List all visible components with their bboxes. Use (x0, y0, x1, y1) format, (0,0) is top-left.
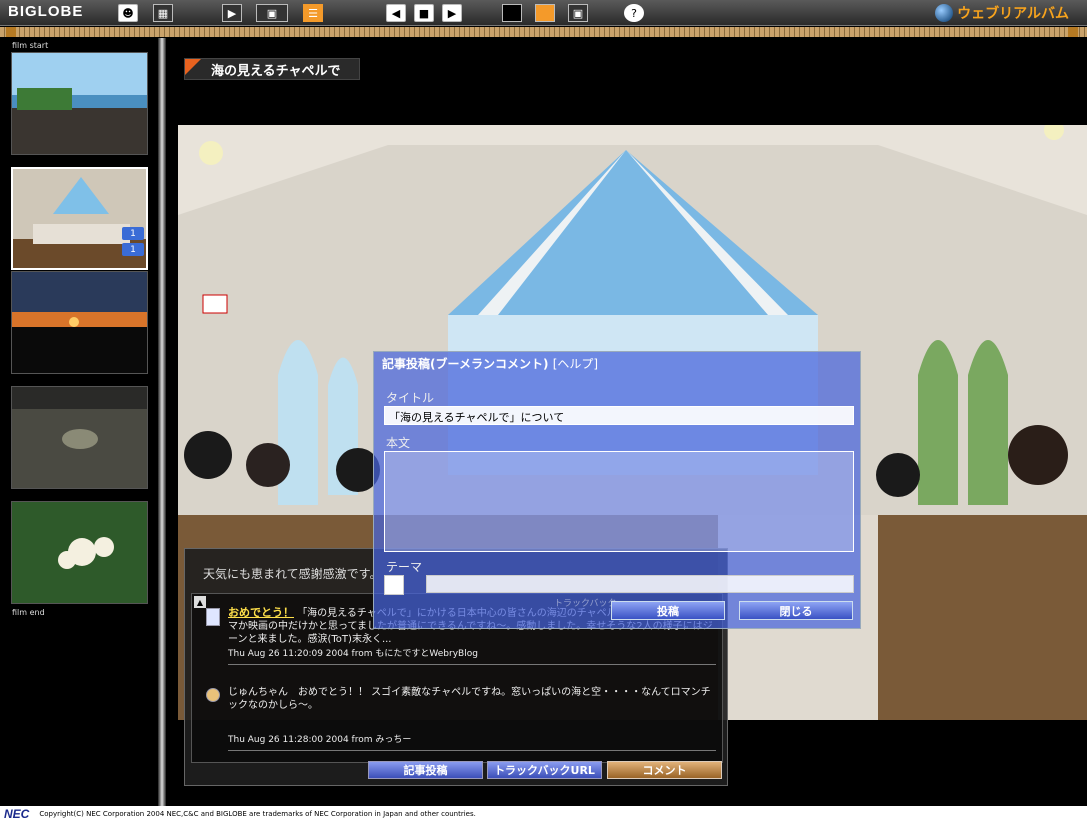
trackback-doc-icon (206, 608, 220, 626)
coast-photo (12, 53, 147, 154)
body-textarea[interactable] (384, 451, 854, 552)
selected-badge-2: 1 (122, 243, 144, 256)
slideshow-icon[interactable]: ▶ (222, 4, 242, 22)
medium-size-icon[interactable] (535, 4, 555, 22)
photo-title: 海の見えるチャペルで (211, 63, 341, 79)
comment-meta-1: Thu Aug 26 11:20:09 2004 from もにたですとWebr… (228, 648, 716, 665)
photo-title-bar: 海の見えるチャペルで (184, 58, 360, 80)
top-toolbar: BIGLOBE ☻ ▦ ▶ ▣ ☰ ◀ ■ ▶ ▣ ? ウェブリアルバム (0, 0, 1087, 26)
comment-body-2: じゅんちゃん おめでとう！！ スゴイ素敵なチャペルですね。窓いっぱいの海と空・・… (228, 687, 711, 711)
selected-badge-1: 1 (122, 227, 144, 240)
flowers-photo (12, 502, 147, 603)
small-size-icon[interactable] (502, 4, 522, 22)
close-button[interactable]: 閉じる (739, 601, 853, 620)
dialog-title-text: 記事投稿(ブーメランコメント) (382, 357, 549, 371)
body-label: 本文 (386, 436, 411, 450)
ghost-trackback-text: トラックバック (554, 599, 617, 609)
next-icon[interactable]: ▶ (442, 4, 462, 22)
theme-select[interactable] (426, 575, 854, 593)
dialog-title: 記事投稿(ブーメランコメント) [ヘルプ] (382, 355, 598, 372)
post-button[interactable]: 投稿 (611, 601, 725, 620)
title-corner-icon (185, 59, 201, 75)
post-article-button[interactable]: 記事投稿 (368, 761, 483, 779)
title-label: タイトル (386, 391, 435, 405)
prev-icon[interactable]: ◀ (386, 4, 406, 22)
turtle-photo (12, 387, 147, 488)
comment-buttons: 記事投稿 トラックバックURL コメント (185, 761, 729, 781)
sunset-photo (12, 272, 147, 373)
dialog-help-link[interactable]: [ヘルプ] (553, 357, 598, 371)
help-icon[interactable]: ? (624, 4, 644, 22)
nec-logo: NEC (4, 807, 30, 821)
film-start-label: film start (12, 41, 49, 50)
comment-button[interactable]: コメント (607, 761, 722, 779)
comment-icon[interactable]: ☰ (303, 4, 323, 22)
ruler-end-marker[interactable] (1068, 27, 1078, 37)
scroll-up-icon[interactable]: ▲ (194, 596, 206, 608)
comment-meta-2: Thu Aug 26 11:28:00 2004 from みっちー (228, 734, 716, 751)
thumbnail-coast[interactable] (11, 52, 148, 155)
film-end-label: film end (12, 608, 45, 617)
sidebar-divider[interactable] (158, 38, 166, 806)
theme-label: テーマ (386, 560, 423, 574)
title-input[interactable]: 「海の見えるチャペルで」について (384, 406, 854, 425)
trackback-url-button[interactable]: トラックバックURL (487, 761, 602, 779)
thumbnail-turtle[interactable] (11, 386, 148, 489)
footer: NEC Copyright(C) NEC Corporation 2004 NE… (0, 806, 1087, 822)
timeline-ruler[interactable] (0, 27, 1087, 37)
comment-bubble-icon (206, 688, 220, 702)
comment-entry-2: じゅんちゃん おめでとう！！ スゴイ素敵なチャペルですね。窓いっぱいの海と空・・… (206, 686, 716, 751)
biglobe-logo[interactable]: BIGLOBE (8, 3, 83, 20)
copyright-text: Copyright(C) NEC Corporation 2004 NEC,C&… (39, 810, 476, 818)
ruler-start-marker[interactable] (6, 27, 16, 37)
thumbnail-sunset[interactable] (11, 271, 148, 374)
webry-album-brand[interactable]: ウェブリアルバム (935, 3, 1069, 23)
theme-color-box[interactable] (384, 575, 404, 595)
full-size-icon[interactable]: ▣ (568, 4, 588, 22)
thumbnail-sidebar: film start 1 1 film end (0, 38, 158, 806)
comment-heading-link[interactable]: おめでとう！ (228, 606, 294, 619)
filmstrip-view-icon[interactable]: ▣ (256, 4, 288, 22)
film-strip-icon[interactable]: ▦ (153, 4, 173, 22)
globe-icon (935, 4, 954, 22)
thumbnail-chapel[interactable]: 1 1 (11, 167, 148, 270)
stop-icon[interactable]: ■ (414, 4, 434, 22)
post-dialog: 記事投稿(ブーメランコメント) [ヘルプ] タイトル 「海の見えるチャペルで」に… (373, 351, 861, 629)
thumbnail-flowers[interactable] (11, 501, 148, 604)
brand-label: ウェブリアルバム (957, 6, 1069, 22)
profile-icon[interactable]: ☻ (118, 4, 138, 22)
